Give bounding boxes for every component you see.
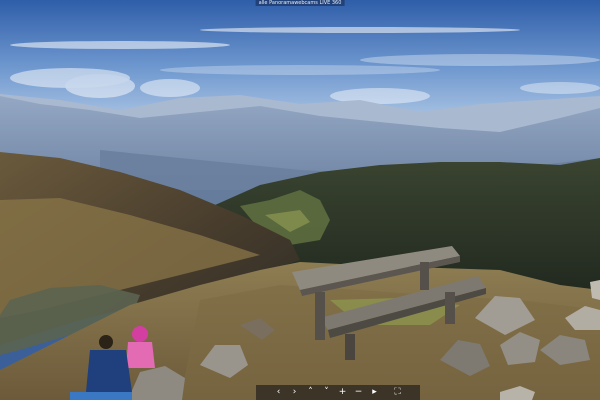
arrow-left-icon[interactable]: ‹ — [272, 386, 285, 399]
zoom-out-icon[interactable]: − — [352, 386, 365, 399]
landscape-photo — [0, 0, 600, 400]
fullscreen-icon[interactable]: ⛶ — [391, 386, 404, 399]
arrow-right-icon[interactable]: › — [288, 386, 301, 399]
arrow-up-icon[interactable]: ˄ — [304, 386, 317, 399]
photo-credit[interactable]: alle Panoramawebcams LIVE 360 — [255, 0, 345, 6]
zoom-in-icon[interactable]: + — [336, 386, 349, 399]
arrow-down-icon[interactable]: ˅ — [320, 386, 333, 399]
viewer-toolbar: ‹ › ˄ ˅ + − ▸ ⛶ — [256, 385, 420, 400]
play-icon[interactable]: ▸ — [368, 386, 381, 399]
